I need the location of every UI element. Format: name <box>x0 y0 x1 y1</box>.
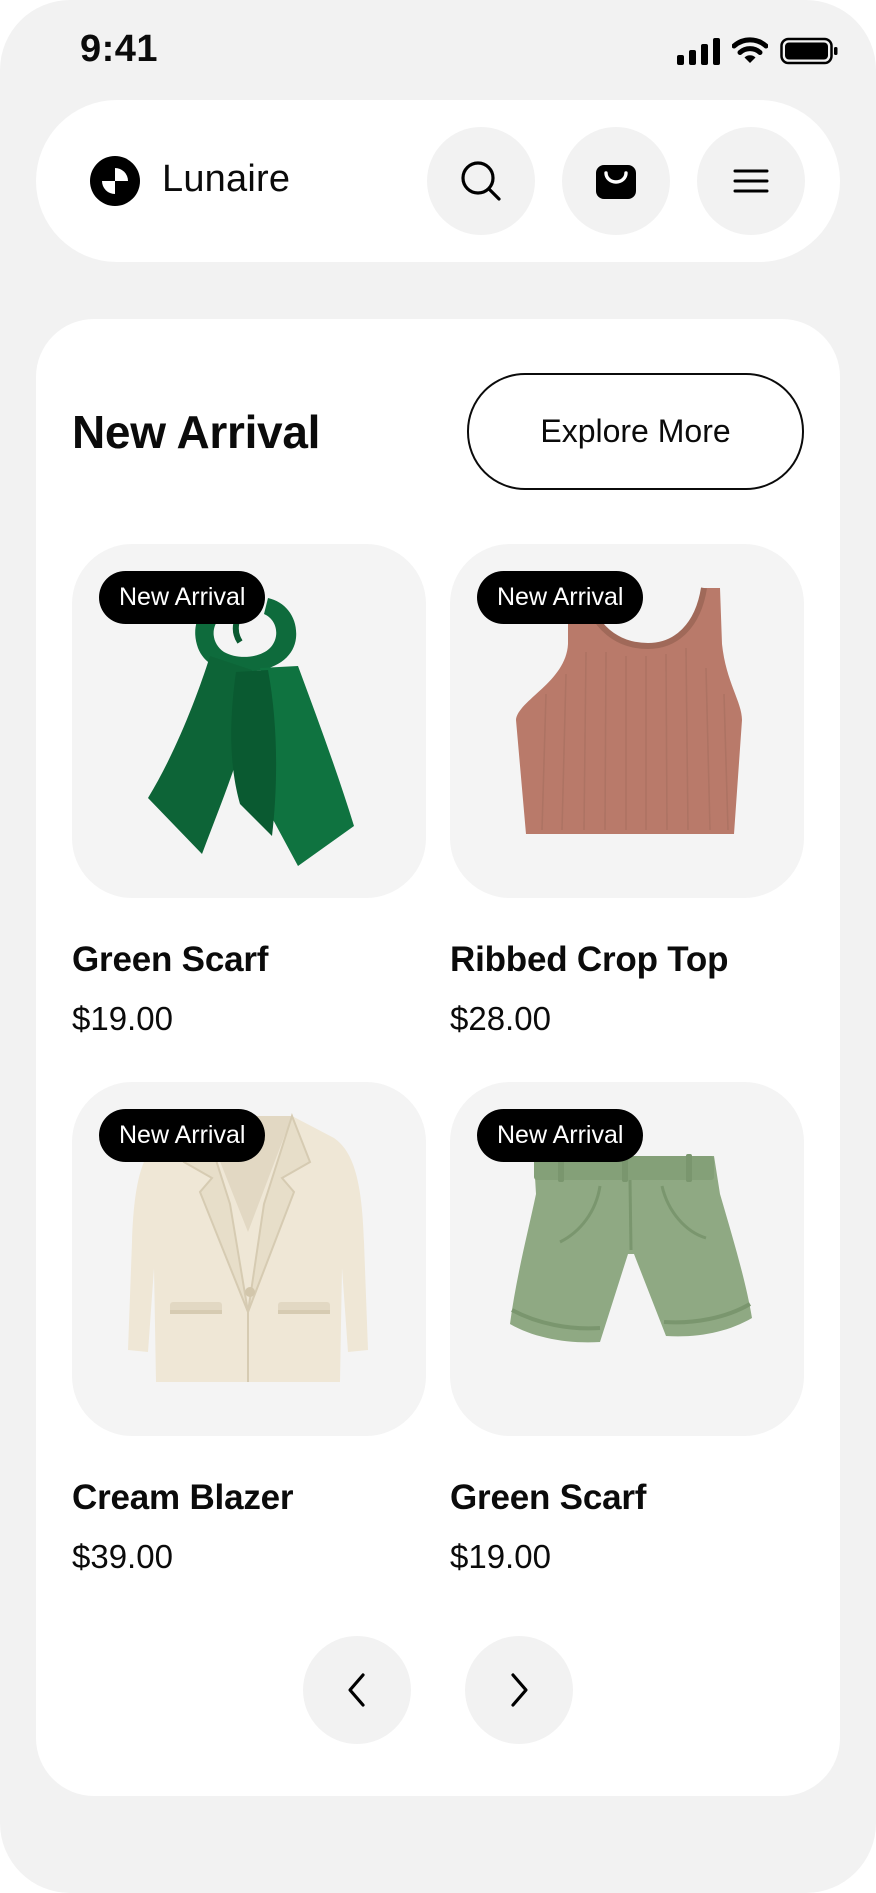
shopping-bag-icon <box>596 165 636 199</box>
product-card[interactable]: New Arrival Cream Blazer $39.00 <box>72 1082 426 1576</box>
product-image[interactable]: New Arrival <box>72 1082 426 1436</box>
search-icon <box>461 161 501 201</box>
next-page-button[interactable] <box>465 1636 573 1744</box>
previous-page-button[interactable] <box>303 1636 411 1744</box>
status-time: 9:41 <box>80 28 159 70</box>
product-card[interactable]: New Arrival Green Scarf $19.00 <box>72 544 426 1038</box>
chevron-left-icon <box>348 1673 365 1707</box>
product-image[interactable]: New Arrival <box>450 544 804 898</box>
new-arrival-badge: New Arrival <box>477 1109 644 1162</box>
section-title: New Arrival <box>72 406 321 458</box>
product-name[interactable]: Green Scarf <box>450 1478 804 1518</box>
app-header: Lunaire <box>36 100 840 262</box>
status-icons <box>677 36 838 66</box>
wifi-icon <box>732 37 768 63</box>
new-arrival-badge: New Arrival <box>477 571 644 624</box>
logo-icon <box>90 156 140 206</box>
explore-more-button[interactable]: Explore More <box>467 373 804 490</box>
product-name[interactable]: Ribbed Crop Top <box>450 940 804 980</box>
product-name[interactable]: Green Scarf <box>72 940 426 980</box>
menu-icon <box>733 169 769 193</box>
phone-screen: 9:41 Lunaire New Arrival Explore More Ne… <box>0 0 876 1893</box>
product-image[interactable]: New Arrival <box>72 544 426 898</box>
new-arrival-badge: New Arrival <box>99 571 266 624</box>
menu-button[interactable] <box>697 127 805 235</box>
product-price: $39.00 <box>72 1538 173 1575</box>
status-bar: 9:41 <box>0 0 876 100</box>
product-price: $19.00 <box>450 1538 551 1575</box>
search-button[interactable] <box>427 127 535 235</box>
product-card[interactable]: New Arrival Ribbed Crop Top $28.00 <box>450 544 804 1038</box>
brand-name: Lunaire <box>162 158 291 200</box>
battery-icon <box>780 37 838 65</box>
product-price: $28.00 <box>450 1000 551 1037</box>
product-name[interactable]: Cream Blazer <box>72 1478 426 1518</box>
new-arrival-section: New Arrival Explore More New Arrival Gre… <box>36 319 840 1796</box>
cart-button[interactable] <box>562 127 670 235</box>
product-card[interactable]: New Arrival Green Scarf $19.00 <box>450 1082 804 1576</box>
cellular-signal-icon <box>677 37 720 65</box>
product-image[interactable]: New Arrival <box>450 1082 804 1436</box>
new-arrival-badge: New Arrival <box>99 1109 266 1162</box>
product-price: $19.00 <box>72 1000 173 1037</box>
chevron-right-icon <box>511 1673 528 1707</box>
